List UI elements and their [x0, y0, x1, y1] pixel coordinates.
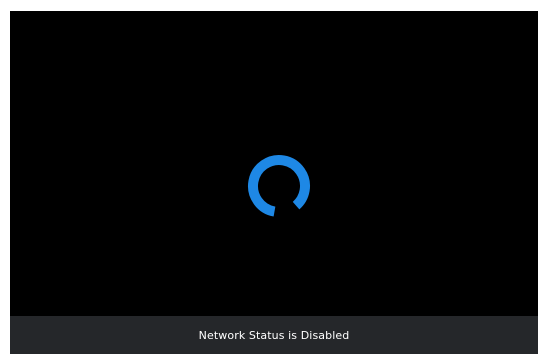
tv-screen: Network Status is Disabled — [10, 11, 538, 354]
loading-spinner-icon — [248, 155, 310, 217]
network-status-message: Network Status is Disabled — [198, 328, 350, 342]
status-bar: Network Status is Disabled — [10, 316, 538, 354]
